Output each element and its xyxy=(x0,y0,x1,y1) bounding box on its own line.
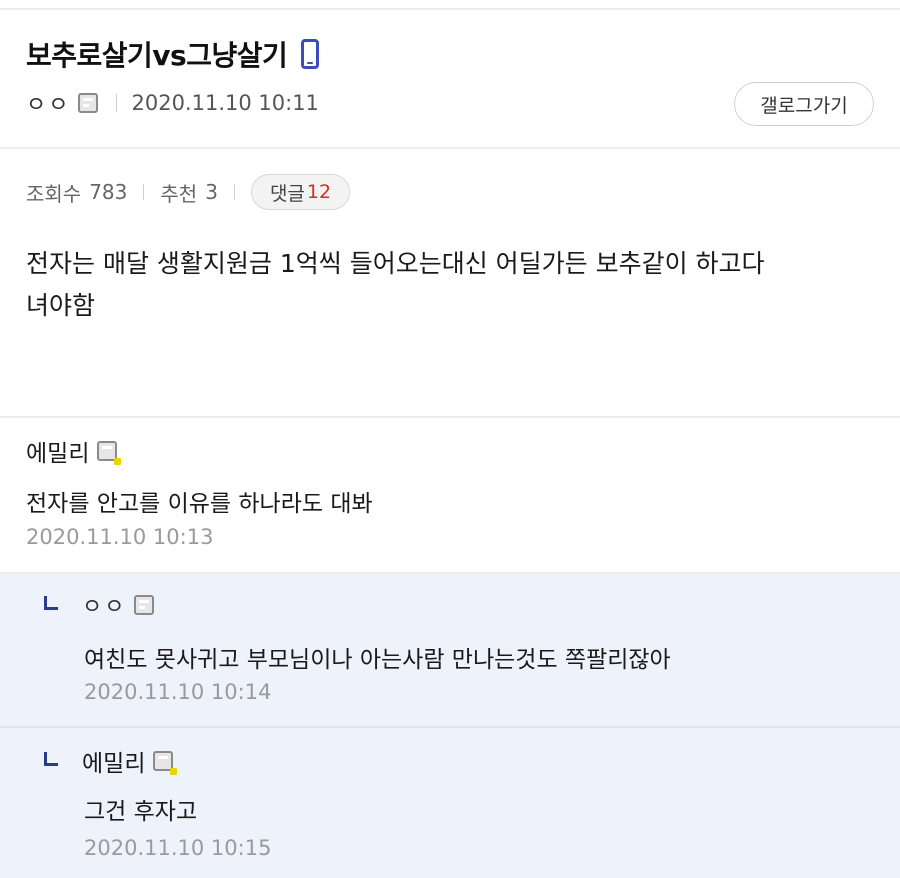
meta-divider xyxy=(116,94,118,112)
reply-item: ㅇㅇ 여친도 못사귀고 부모님이나 아는사람 만나는것도 쪽팔리잖아 2020.… xyxy=(0,574,900,726)
header-divider xyxy=(0,147,900,149)
views-label: 조회수 xyxy=(26,181,82,206)
reply-author-row: ㅇㅇ xyxy=(44,589,155,621)
post-stats: 조회수 783 추천 3 댓글 12 xyxy=(26,174,351,210)
post-header: 보추로살기vs그냥살기 xyxy=(26,34,320,74)
gallog-icon[interactable] xyxy=(78,93,99,113)
reply-author[interactable]: 에밀리 xyxy=(82,744,145,778)
post-body-line: 전자는 매달 생활지원금 1억씩 들어오는대신 어딜가든 보추같이 하고다 xyxy=(26,249,765,278)
reply-item: 에밀리 그건 후자고 2020.11.10 10:15 xyxy=(0,728,900,878)
post-body-line: 녀야함 xyxy=(26,291,96,320)
post-title: 보추로살기vs그냥살기 xyxy=(26,39,288,72)
top-divider xyxy=(0,8,900,10)
post-author[interactable]: ㅇㅇ xyxy=(26,87,70,119)
reply-author-row: 에밀리 xyxy=(44,744,178,778)
stats-divider xyxy=(233,184,235,200)
comment-item: 에밀리 전자를 안고를 이유를 하나라도 대봐 2020.11.10 10:13 xyxy=(0,418,900,572)
comment-author[interactable]: 에밀리 xyxy=(26,434,89,468)
gallog-icon[interactable] xyxy=(153,751,178,775)
recommend-label: 추천 xyxy=(160,181,198,206)
stats-divider xyxy=(143,184,145,200)
comment-text: 전자를 안고를 이유를 하나라도 대봐 xyxy=(26,491,373,517)
post-page: 보추로살기vs그냥살기 ㅇㅇ 2020.11.10 10:11 갤로그가기 조회… xyxy=(0,0,900,878)
reply-text: 그건 후자고 xyxy=(84,799,198,825)
gallog-icon[interactable] xyxy=(97,441,122,465)
views-count: 783 xyxy=(89,180,128,204)
post-date: 2020.11.10 10:11 xyxy=(131,91,319,115)
reply-arrow-icon xyxy=(44,752,58,766)
post-meta: ㅇㅇ 2020.11.10 10:11 xyxy=(26,88,319,118)
gallog-button[interactable]: 갤로그가기 xyxy=(734,82,874,126)
recommend-count: 3 xyxy=(205,180,218,204)
reply-arrow-icon xyxy=(44,596,58,610)
reply-date: 2020.11.10 10:15 xyxy=(84,836,272,860)
comment-author-row: 에밀리 xyxy=(26,434,122,468)
comment-date: 2020.11.10 10:13 xyxy=(26,525,214,549)
comments-button[interactable]: 댓글 12 xyxy=(250,174,351,210)
reply-text: 여친도 못사귀고 부모님이나 아는사람 만나는것도 쪽팔리잖아 xyxy=(84,647,671,673)
mobile-phone-icon xyxy=(301,39,320,69)
gallog-icon[interactable] xyxy=(134,595,155,615)
post-body: 전자는 매달 생활지원금 1억씩 들어오는대신 어딜가든 보추같이 하고다 녀야… xyxy=(26,243,876,327)
comments-label: 댓글 xyxy=(269,182,305,205)
reply-date: 2020.11.10 10:14 xyxy=(84,680,272,704)
reply-author[interactable]: ㅇㅇ xyxy=(82,589,126,621)
comments-count: 12 xyxy=(306,181,332,203)
